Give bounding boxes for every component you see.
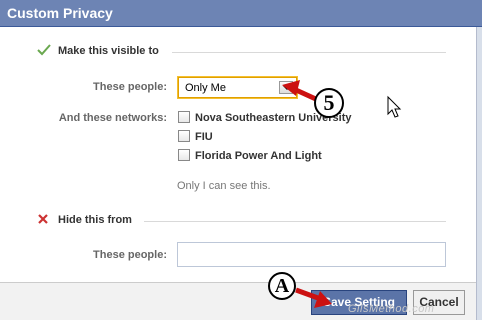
red-arrow-icon bbox=[295, 287, 319, 301]
red-arrowhead-icon bbox=[282, 80, 300, 96]
mouse-cursor-icon bbox=[387, 95, 402, 118]
callout-5: 5 bbox=[314, 88, 344, 118]
callout-a: A bbox=[268, 272, 296, 300]
watermark: GilsMethod.com bbox=[348, 303, 435, 315]
annotation-overlay bbox=[282, 80, 402, 308]
